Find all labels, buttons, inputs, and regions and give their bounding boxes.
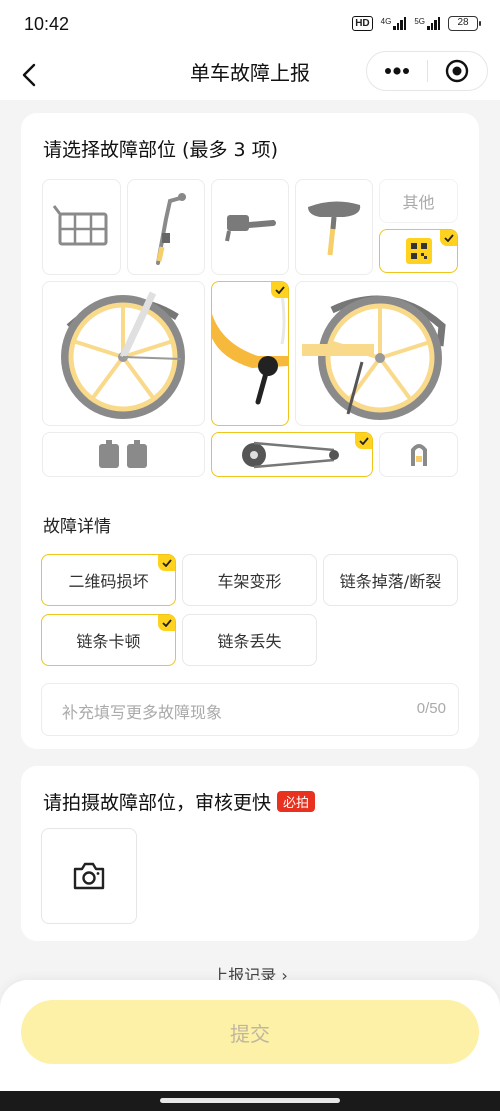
net-4g-label: 4G xyxy=(380,17,392,26)
selected-check-icon xyxy=(271,282,288,298)
battery-icon: 28 xyxy=(448,16,481,31)
net-5g-label: 5G xyxy=(414,17,425,26)
chip-frame-deformed[interactable]: 车架变形 xyxy=(182,554,317,606)
status-icons: HD 4G 5G 28 xyxy=(352,16,481,31)
part-chain[interactable] xyxy=(211,432,373,477)
signal-5g-icon: 5G xyxy=(414,17,440,30)
handlebar-icon xyxy=(156,193,186,265)
photo-card: 请拍摄故障部位，审核更快 必拍 xyxy=(21,766,479,941)
part-basket[interactable] xyxy=(42,179,121,275)
part-lock[interactable] xyxy=(379,432,458,477)
status-bar: 10:42 HD 4G 5G 28 xyxy=(0,0,500,50)
chip-label: 链条掉落/断裂 xyxy=(339,572,442,591)
part-other[interactable]: 其他 xyxy=(379,179,458,223)
chip-label: 链条卡顿 xyxy=(76,632,141,651)
take-photo-button[interactable] xyxy=(41,828,137,924)
signal-4g-icon: 4G xyxy=(381,17,407,30)
nav-bar: 单车故障上报 xyxy=(0,50,500,100)
part-brake-lever[interactable] xyxy=(211,179,289,275)
close-miniprogram-button[interactable] xyxy=(428,52,488,90)
chip-chain-off[interactable]: 链条掉落/断裂 xyxy=(323,554,458,606)
lock-icon xyxy=(410,443,427,466)
part-frame-crank[interactable] xyxy=(211,281,289,426)
details-section-title: 故障详情 xyxy=(43,517,111,537)
required-badge: 必拍 xyxy=(277,791,316,812)
hd-voice-icon: HD xyxy=(352,16,373,31)
submit-button[interactable]: 提交 xyxy=(21,1000,479,1064)
basket-icon xyxy=(52,205,107,246)
saddle-icon xyxy=(308,201,361,256)
chip-label: 车架变形 xyxy=(217,572,282,591)
chip-chain-stuck[interactable]: 链条卡顿 xyxy=(41,614,176,666)
part-handlebar[interactable] xyxy=(127,179,205,275)
home-indicator[interactable] xyxy=(160,1098,340,1103)
fault-parts-card: 请选择故障部位 (最多 3 项) 其他 故障详情 二维码损坏 车架变形 链条掉落… xyxy=(21,113,479,749)
supplement-textarea[interactable]: 补充填写更多故障现象 0/50 xyxy=(41,683,459,736)
textarea-counter: 0/50 xyxy=(416,700,446,717)
selected-check-icon xyxy=(158,615,175,631)
part-qr-code[interactable] xyxy=(379,229,458,273)
status-time: 10:42 xyxy=(24,14,70,34)
part-front-wheel[interactable] xyxy=(42,281,205,426)
selected-check-icon xyxy=(158,555,175,571)
part-saddle[interactable] xyxy=(295,179,373,275)
more-dots-icon xyxy=(384,67,409,75)
system-nav-bar xyxy=(0,1091,500,1111)
qr-code-icon xyxy=(405,238,432,264)
target-close-icon xyxy=(446,59,469,83)
textarea-placeholder: 补充填写更多故障现象 xyxy=(62,703,223,722)
camera-icon xyxy=(73,862,105,890)
brake-lever-icon xyxy=(225,215,276,242)
rear-wheel-icon xyxy=(301,295,446,420)
chip-qr-damaged[interactable]: 二维码损坏 xyxy=(41,554,176,606)
selected-check-icon xyxy=(440,230,457,246)
pedals-icon xyxy=(98,439,147,468)
part-other-label: 其他 xyxy=(402,193,435,212)
part-pedals[interactable] xyxy=(42,432,205,477)
part-rear-wheel[interactable] xyxy=(295,281,458,426)
chip-label: 链条丢失 xyxy=(217,632,282,651)
frame-crank-icon xyxy=(212,293,288,404)
chip-label: 二维码损坏 xyxy=(68,572,149,591)
parts-section-title: 请选择故障部位 (最多 3 项) xyxy=(43,139,279,161)
more-button[interactable] xyxy=(367,52,427,90)
selected-check-icon xyxy=(355,433,372,449)
front-wheel-icon xyxy=(60,291,185,419)
chain-icon xyxy=(242,441,339,468)
mini-program-capsule xyxy=(366,51,488,91)
chip-chain-lost[interactable]: 链条丢失 xyxy=(182,614,317,666)
photo-title-text: 请拍摄故障部位，审核更快 xyxy=(43,792,272,814)
photo-section-title: 请拍摄故障部位，审核更快 必拍 xyxy=(43,788,316,815)
